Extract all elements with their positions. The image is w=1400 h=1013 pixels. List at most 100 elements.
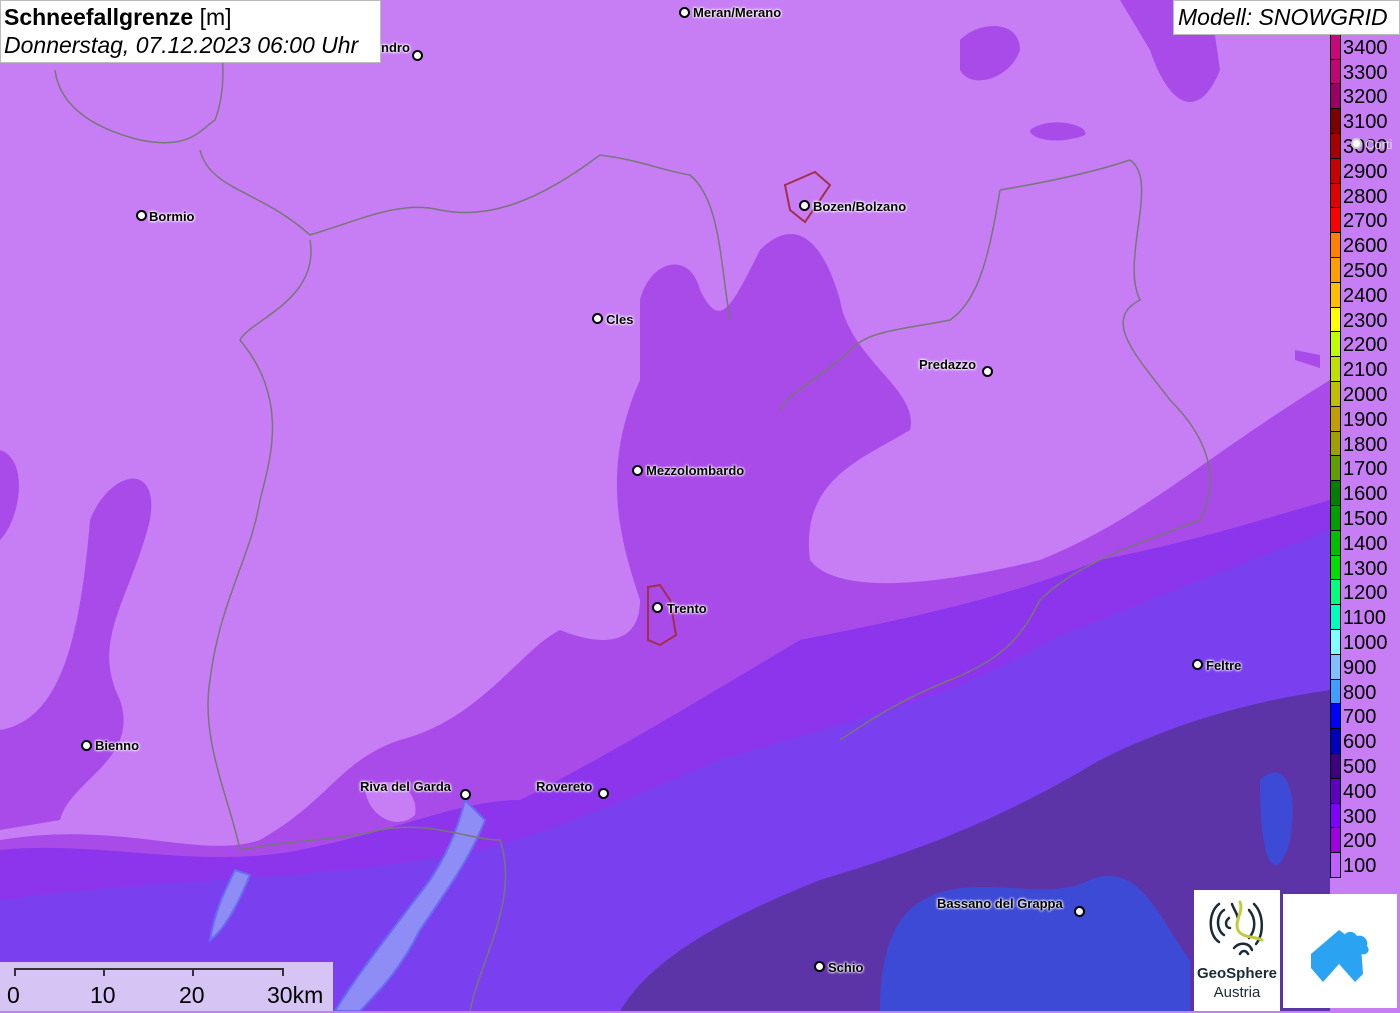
scale-label: 0	[7, 982, 20, 1008]
mountain-cloud-logo-icon	[1311, 930, 1369, 982]
legend-item: 1400	[1329, 530, 1400, 556]
legend-swatch	[1330, 505, 1341, 531]
legend-item: 2200	[1329, 332, 1400, 358]
scale-tick	[282, 968, 284, 976]
legend-label: 1200	[1343, 582, 1388, 605]
legend-label: 400	[1343, 780, 1377, 803]
legend-label: 2800	[1343, 185, 1388, 208]
legend-swatch	[1330, 381, 1341, 407]
legend-swatch	[1330, 183, 1341, 209]
legend-item: 2300	[1329, 307, 1400, 333]
legend-swatch	[1330, 133, 1341, 159]
map-title-box: Schneefallgrenze [m] Donnerstag, 07.12.2…	[0, 0, 381, 63]
legend-label: 3100	[1343, 111, 1388, 134]
legend-swatch	[1330, 853, 1341, 878]
legend-swatch	[1330, 803, 1341, 829]
scale-tick	[103, 968, 105, 976]
legend-label: 2600	[1343, 235, 1388, 258]
app-logo[interactable]	[1283, 894, 1397, 1008]
legend-swatch	[1330, 431, 1341, 457]
legend-swatch	[1330, 332, 1341, 358]
city-label: ndro	[381, 40, 410, 55]
legend-label: 1600	[1343, 483, 1388, 506]
scale-tick	[192, 968, 194, 976]
legend-item: 200	[1329, 828, 1400, 854]
city-marker-icon	[632, 465, 643, 476]
map-unit: [m]	[199, 4, 232, 30]
legend-swatch	[1330, 456, 1341, 482]
legend-label: 1300	[1343, 557, 1388, 580]
legend-label: 700	[1343, 706, 1377, 729]
city-label: Meran/Merano	[693, 5, 782, 20]
city-label: Riva del Garda	[360, 779, 452, 794]
city-label: Bozen/Bolzano	[813, 199, 907, 214]
city-label: Bormio	[149, 209, 195, 224]
city-marker-icon	[598, 788, 609, 799]
geosphere-emblem-icon	[1209, 900, 1264, 956]
legend-item: 2100	[1329, 357, 1400, 382]
city-label: Mezzolombardo	[646, 463, 745, 478]
legend-label: 200	[1343, 830, 1377, 853]
city-marker-icon	[1192, 659, 1203, 670]
legend-item: 1200	[1329, 580, 1400, 606]
legend-item: 500	[1329, 753, 1400, 779]
legend-item: 600	[1329, 729, 1400, 754]
legend-label: 2000	[1343, 383, 1388, 406]
city-marker-icon	[1351, 138, 1362, 149]
city-label: Predazzo	[919, 357, 977, 372]
city-label: Schio	[828, 960, 864, 975]
legend-label: 2900	[1343, 160, 1388, 183]
legend-label: 2700	[1343, 210, 1388, 233]
scale-line	[14, 968, 284, 970]
model-label: Modell: SNOWGRID	[1173, 0, 1400, 35]
legend-item: 400	[1329, 778, 1400, 804]
city-marker-icon	[460, 789, 471, 800]
legend-swatch	[1330, 357, 1341, 382]
legend-swatch	[1330, 109, 1341, 134]
legend-item: 1700	[1329, 456, 1400, 482]
legend-swatch	[1330, 208, 1341, 234]
geosphere-austria-logo[interactable]: GeoSphere Austria	[1194, 890, 1280, 1011]
legend-item: 2700	[1329, 208, 1400, 234]
legend-label: 1700	[1343, 458, 1388, 481]
legend-swatch	[1330, 778, 1341, 804]
legend-item: 1300	[1329, 555, 1400, 581]
legend-label: 2400	[1343, 284, 1388, 307]
scale-label: 10	[90, 982, 116, 1008]
legend-swatch	[1330, 629, 1341, 655]
legend-label: 2500	[1343, 259, 1388, 282]
legend-swatch	[1330, 233, 1341, 258]
legend-label: 900	[1343, 656, 1377, 679]
city-marker-icon	[136, 210, 147, 221]
legend-swatch	[1330, 257, 1341, 283]
legend-swatch	[1330, 481, 1341, 506]
legend-swatch	[1330, 555, 1341, 581]
legend-swatch	[1330, 158, 1341, 184]
legend-label: 800	[1343, 681, 1377, 704]
legend-item: 3200	[1329, 84, 1400, 110]
city-marker-icon	[982, 366, 993, 377]
city-label: Bassano del Grappa	[937, 896, 1063, 911]
city-label: Trento	[667, 601, 707, 616]
city-marker-icon	[814, 961, 825, 972]
scale-label: 30km	[267, 982, 324, 1008]
legend-swatch	[1330, 729, 1341, 754]
scale-tick	[14, 968, 16, 976]
geosphere-logo-text: GeoSphere	[1196, 965, 1278, 982]
legend-item: 2900	[1329, 158, 1400, 184]
legend-item: 2500	[1329, 257, 1400, 283]
legend-label: 2100	[1343, 359, 1388, 382]
legend-swatch	[1330, 406, 1341, 432]
legend-label: 1500	[1343, 507, 1388, 530]
legend-item: 1500	[1329, 505, 1400, 531]
legend-item: 3400	[1329, 34, 1400, 60]
city-label: Cles	[606, 312, 634, 327]
legend-label: 1800	[1343, 433, 1388, 456]
legend-label: 1400	[1343, 532, 1388, 555]
scale-label: 20	[179, 982, 205, 1008]
legend-swatch	[1330, 753, 1341, 779]
legend-label: 1000	[1343, 631, 1388, 654]
legend-swatch	[1330, 84, 1341, 110]
snowfall-line-map[interactable]	[0, 0, 1400, 1011]
legend-swatch	[1330, 282, 1341, 308]
